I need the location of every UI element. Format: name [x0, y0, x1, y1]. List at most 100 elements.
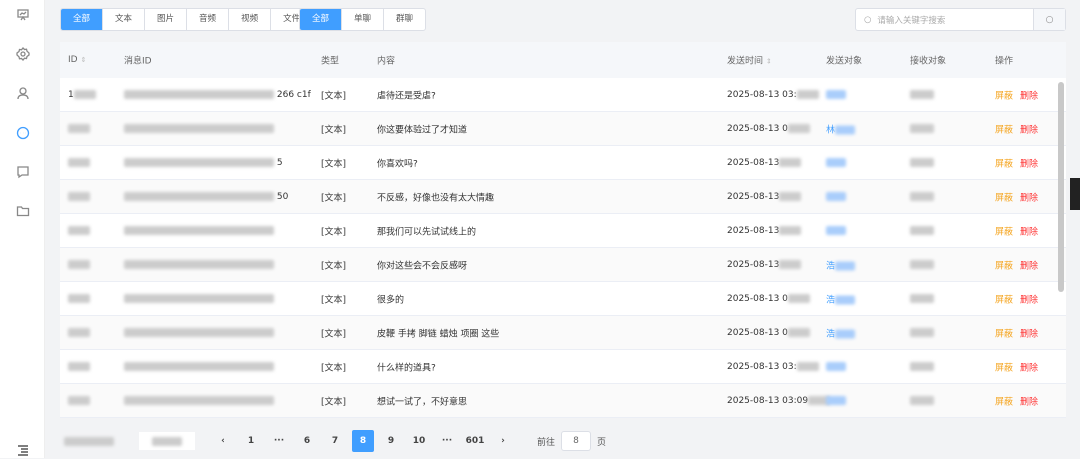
- cell-sender[interactable]: [826, 361, 846, 372]
- block-button[interactable]: 屏蔽: [995, 360, 1013, 373]
- block-button[interactable]: 屏蔽: [995, 326, 1013, 339]
- settings-icon[interactable]: [14, 45, 32, 63]
- page-10[interactable]: 10: [408, 430, 430, 452]
- delete-button[interactable]: 删除: [1020, 292, 1038, 305]
- delete-button[interactable]: 删除: [1020, 224, 1038, 237]
- block-button[interactable]: 屏蔽: [995, 190, 1013, 203]
- delete-button[interactable]: 删除: [1020, 156, 1038, 169]
- filter-image[interactable]: 图片: [145, 9, 188, 30]
- delete-button[interactable]: 删除: [1020, 258, 1038, 271]
- menu-icon[interactable]: [14, 441, 32, 459]
- type-filter: 全部 文本 图片 音频 视频 文件: [60, 8, 314, 31]
- cell-content: 虐待还是受虐?: [377, 91, 436, 101]
- scope-group[interactable]: 群聊: [384, 9, 425, 30]
- cell-time: 2025-08-13 03:: [727, 361, 819, 372]
- block-button[interactable]: 屏蔽: [995, 292, 1013, 305]
- search-input[interactable]: ○ 请输入关键字搜索: [856, 9, 1033, 30]
- scope-all[interactable]: 全部: [300, 9, 343, 30]
- cell-content: 想试一试了，不好意思: [377, 397, 468, 407]
- cell-id: [68, 191, 90, 202]
- cell-msg-id: [124, 327, 274, 338]
- cell-time: 2025-08-13 0: [727, 293, 810, 304]
- delete-button[interactable]: 删除: [1020, 326, 1038, 339]
- delete-button[interactable]: 删除: [1020, 122, 1038, 135]
- block-button[interactable]: 屏蔽: [995, 156, 1013, 169]
- cell-content: 你对这些会不会反感呀: [377, 261, 468, 271]
- cell-type: [文本]: [321, 363, 347, 373]
- cell-sender[interactable]: [826, 157, 846, 168]
- cell-id: [68, 225, 90, 236]
- col-time[interactable]: 发送时间 ⇕: [727, 54, 772, 67]
- cell-sender[interactable]: 浩: [826, 326, 856, 339]
- user-icon[interactable]: [14, 84, 32, 102]
- filter-text[interactable]: 文本: [103, 9, 146, 30]
- page-1[interactable]: 1: [240, 430, 262, 452]
- cell-receiver: [910, 293, 934, 304]
- block-button[interactable]: 屏蔽: [995, 394, 1013, 407]
- col-content: 内容: [377, 56, 396, 67]
- cell-sender[interactable]: [826, 191, 846, 202]
- cell-msg-id: [124, 225, 274, 236]
- table-row: [文本] 那我们可以先试试线上的 2025-08-13 屏蔽 删除: [60, 214, 1066, 248]
- cell-receiver: [910, 327, 934, 338]
- delete-button[interactable]: 删除: [1020, 394, 1038, 407]
- block-button[interactable]: 屏蔽: [995, 224, 1013, 237]
- cell-sender[interactable]: 浩: [826, 258, 856, 271]
- col-msg-id: 消息ID: [124, 56, 152, 67]
- delete-button[interactable]: 删除: [1020, 360, 1038, 373]
- cell-type: [文本]: [321, 193, 347, 203]
- table-row: [文本] 你对这些会不会反感呀 2025-08-13 浩 屏蔽 删除: [60, 248, 1066, 282]
- block-button[interactable]: 屏蔽: [995, 122, 1013, 135]
- cell-id: [68, 361, 90, 372]
- cell-msg-id: [124, 123, 274, 134]
- cell-time: 2025-08-13: [727, 157, 802, 168]
- cell-id: [68, 395, 90, 406]
- cell-sender[interactable]: [826, 225, 846, 236]
- cell-sender[interactable]: 浩: [826, 292, 856, 305]
- delete-button[interactable]: 删除: [1020, 88, 1038, 101]
- goto-input[interactable]: 8: [561, 431, 592, 451]
- cell-sender[interactable]: [826, 395, 846, 406]
- cell-time: 2025-08-13 0: [727, 327, 810, 338]
- page-9[interactable]: 9: [380, 430, 402, 452]
- page-7[interactable]: 7: [324, 430, 346, 452]
- cell-type: [文本]: [321, 159, 347, 169]
- message-table: ID ⇕ 消息ID 类型 内容 发送时间 ⇕ 发送对象 接收对象 操作 1 266 …: [60, 42, 1066, 418]
- cell-time: 2025-08-13: [727, 191, 802, 202]
- cell-msg-id: [124, 361, 274, 372]
- page-6[interactable]: 6: [296, 430, 318, 452]
- cell-time: 2025-08-13 0: [727, 123, 810, 134]
- table-row: [文本] 很多的 2025-08-13 0 浩 屏蔽 删除: [60, 282, 1066, 316]
- page-601[interactable]: 601: [464, 430, 486, 452]
- block-button[interactable]: 屏蔽: [995, 88, 1013, 101]
- delete-button[interactable]: 删除: [1020, 190, 1038, 203]
- presentation-icon[interactable]: [14, 6, 32, 24]
- search-button[interactable]: ○: [1033, 9, 1065, 30]
- prev-page-button[interactable]: ‹: [212, 430, 234, 452]
- filter-audio[interactable]: 音频: [187, 9, 230, 30]
- scope-single[interactable]: 单聊: [342, 9, 385, 30]
- message-icon[interactable]: [14, 163, 32, 181]
- folder-icon[interactable]: [14, 202, 32, 220]
- side-tab[interactable]: [1070, 178, 1080, 210]
- cell-receiver: [910, 157, 934, 168]
- cell-time: 2025-08-13 03:09: [727, 395, 831, 406]
- table-header: ID ⇕ 消息ID 类型 内容 发送时间 ⇕ 发送对象 接收对象 操作: [60, 42, 1066, 78]
- page-ellipsis[interactable]: ···: [268, 430, 290, 452]
- next-page-button[interactable]: ›: [492, 430, 514, 452]
- cell-type: [文本]: [321, 295, 347, 305]
- cell-content: 你喜欢吗?: [377, 159, 418, 169]
- page-8[interactable]: 8: [352, 430, 374, 452]
- page-ellipsis[interactable]: ···: [436, 430, 458, 452]
- cell-sender[interactable]: 林: [826, 122, 856, 135]
- scrollbar[interactable]: [1058, 82, 1064, 292]
- chat-icon[interactable]: [14, 124, 32, 142]
- block-button[interactable]: 屏蔽: [995, 258, 1013, 271]
- filter-video[interactable]: 视频: [229, 9, 272, 30]
- page-size-select[interactable]: [139, 432, 195, 450]
- filter-all[interactable]: 全部: [61, 9, 104, 30]
- search-icon: ○: [1045, 14, 1054, 25]
- col-id[interactable]: ID ⇕: [68, 55, 86, 65]
- cell-content: 很多的: [377, 295, 405, 305]
- cell-sender[interactable]: [826, 89, 846, 100]
